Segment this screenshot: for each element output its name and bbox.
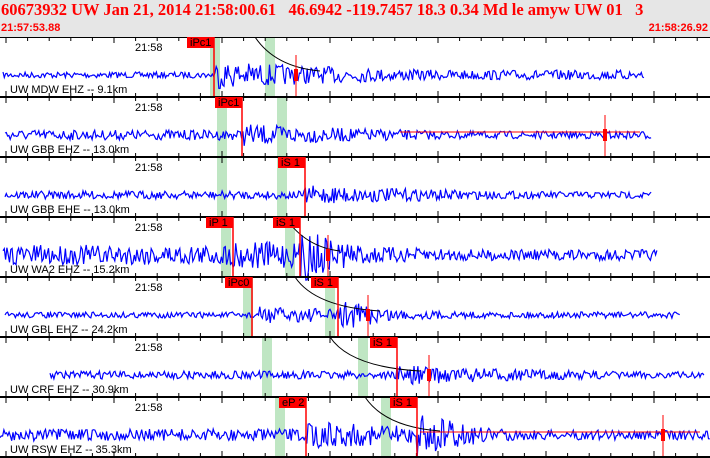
pick-window <box>217 157 227 217</box>
station-channel-label: UW RSW EHZ -- 35.3km <box>10 444 132 456</box>
time-label: 21:58 <box>135 282 163 294</box>
amplitude-marker-box <box>661 429 665 441</box>
phase-pick-label: iP 1 <box>209 217 228 229</box>
time-label: 21:58 <box>135 42 163 54</box>
phase-pick-label: iS 1 <box>393 397 412 409</box>
phase-pick-label: iS 1 <box>373 337 392 349</box>
trace-panel[interactable]: iS 1 21:58 UW GBB EHE -- 13.0km <box>0 156 710 217</box>
station-channel-label: UW MDW EHZ -- 9.1km <box>10 84 127 96</box>
trace-panel[interactable]: eP 2 iS 1 21:58 UW RSW EHZ -- 35.3km <box>0 396 710 457</box>
amplitude-marker-box <box>366 309 370 321</box>
pick-window <box>262 337 272 397</box>
view-end-time: 21:58:26.92 <box>648 22 708 34</box>
phase-pick-label: eP 2 <box>282 397 304 409</box>
view-start-time: 21:57:53.88 <box>1 22 61 34</box>
station-channel-label: UW CRF EHZ -- 30.9km <box>10 384 129 396</box>
event-title: 60673932 UW Jan 21, 2014 21:58:00.61 46.… <box>1 0 644 19</box>
seismic-trace <box>4 123 652 146</box>
station-channel-label: UW GBB EHE -- 13.0km <box>10 204 130 216</box>
pick-window <box>358 337 368 397</box>
travel-time-curve <box>254 37 321 72</box>
time-label: 21:58 <box>135 402 163 414</box>
station-channel-label: UW GBL EHZ -- 24.2km <box>10 324 128 336</box>
time-label: 21:58 <box>135 162 163 174</box>
time-label: 21:58 <box>135 342 163 354</box>
amplitude-marker-box <box>294 69 298 81</box>
amplitude-marker-box <box>427 369 431 381</box>
phase-pick-label: iPc1 <box>190 37 211 49</box>
phase-pick-label: iPc1 <box>218 97 239 109</box>
time-label: 21:58 <box>135 102 163 114</box>
pick-window <box>277 97 287 157</box>
phase-pick-label: iS 1 <box>281 157 300 169</box>
phase-pick-label: iPc0 <box>228 277 249 289</box>
amplitude-marker-box <box>326 249 330 261</box>
seismic-trace <box>49 365 705 386</box>
seismic-trace <box>4 185 652 204</box>
trace-panel[interactable]: iPc1 21:58 UW GBB EHZ -- 13.0km <box>0 96 710 157</box>
amplitude-marker-box <box>603 129 607 141</box>
waveform-panels[interactable]: iPc1 21:58 UW MDW EHZ -- 9.1km iPc1 21:58 UW … <box>0 37 710 458</box>
station-channel-label: UW WA2 EHZ -- 15.2km <box>10 264 129 276</box>
trace-panel[interactable]: iS 1 21:58 UW CRF EHZ -- 30.9km <box>0 336 710 397</box>
trace-panel[interactable]: iPc1 21:58 UW MDW EHZ -- 9.1km <box>0 37 710 97</box>
station-channel-label: UW GBB EHZ -- 13.0km <box>10 144 129 156</box>
trace-panel[interactable]: iPc0 iS 1 21:58 UW GBL EHZ -- 24.2km <box>0 276 710 337</box>
time-label: 21:58 <box>135 222 163 234</box>
event-header: 60673932 UW Jan 21, 2014 21:58:00.61 46.… <box>0 0 710 37</box>
phase-pick-label: iS 1 <box>314 277 333 289</box>
trace-panel[interactable]: iP 1 iS 1 21:58 UW WA2 EHZ -- 15.2km <box>0 216 710 281</box>
phase-pick-label: iS 1 <box>276 217 295 229</box>
